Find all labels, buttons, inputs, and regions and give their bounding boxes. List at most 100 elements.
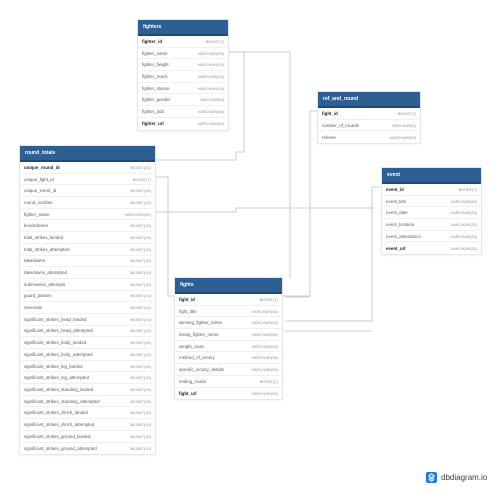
- column-row[interactable]: guard_passes BIGINT(10): [20, 291, 155, 303]
- column-row[interactable]: fight_id BIGINT(7): [175, 294, 282, 306]
- column-row[interactable]: total_strikes_attempted BIGINT(10): [20, 244, 155, 256]
- column-row[interactable]: significant_strikes_head_landed BIGINT(10…: [20, 314, 155, 326]
- column-name: fighter_reach: [142, 73, 168, 79]
- column-row[interactable]: round_number BIGINT(10): [20, 197, 155, 209]
- column-row[interactable]: significant_strikes_body_landed BIGINT(10…: [20, 337, 155, 349]
- column-row[interactable]: reversals BIGINT(10): [20, 302, 155, 314]
- column-row[interactable]: event_url VARCHAR(25): [382, 242, 481, 254]
- column-name: significant_strikes_clinch_attempted: [24, 421, 95, 427]
- column-row[interactable]: fighter_reach VARCHAR(10): [138, 71, 228, 83]
- column-row[interactable]: significant_strikes_standing_attempted BI…: [20, 396, 155, 408]
- column-type: VARCHAR(80): [197, 121, 224, 127]
- column-row[interactable]: fighter_height VARCHAR(10): [138, 59, 228, 72]
- column-name: unique_fight_id: [24, 176, 54, 182]
- column-type: VARCHAR(50): [450, 198, 477, 204]
- column-row[interactable]: fight_url VARCHAR(80): [175, 388, 282, 400]
- column-row[interactable]: fighter_gender VARCHAR(5): [138, 94, 228, 107]
- column-row[interactable]: event_location VARCHAR(25): [382, 219, 481, 231]
- column-name: significant_strikes_standing_attempted: [24, 398, 100, 404]
- column-type: VARCHAR(50): [197, 108, 224, 114]
- column-row[interactable]: fighter_dob VARCHAR(50): [138, 106, 228, 118]
- column-row[interactable]: takedowns BIGINT(10): [20, 256, 155, 268]
- column-row[interactable]: significant_strikes_clinch_attempted BIGI…: [20, 419, 155, 431]
- column-name: ending_round: [179, 378, 206, 384]
- column-row[interactable]: referee VARCHAR(40): [318, 131, 420, 143]
- column-name: event_location: [386, 221, 415, 227]
- column-name: significant_strikes_standing_landed: [24, 386, 94, 392]
- table-header[interactable]: event: [382, 168, 481, 184]
- column-row[interactable]: weight_class VARCHAR(50): [175, 341, 282, 353]
- column-row[interactable]: specific_victory_details VARCHAR(50): [175, 364, 282, 376]
- column-type: VARCHAR(25): [450, 245, 477, 251]
- table-header[interactable]: round_totals: [20, 146, 155, 162]
- column-row[interactable]: fighter_name VARCHAR(50): [20, 209, 155, 221]
- column-row[interactable]: ending_round BIGINT(2): [175, 376, 282, 388]
- column-type: BIGINT(2): [259, 378, 278, 384]
- column-type: BIGINT(10): [130, 270, 151, 276]
- column-row[interactable]: significant_strikes_head_attempted BIGINT…: [20, 326, 155, 338]
- column-row[interactable]: total_strikes_landed BIGINT(10): [20, 232, 155, 244]
- column-name: reversals: [24, 305, 42, 311]
- column-row[interactable]: significant_strikes_body_attempted BIGINT…: [20, 349, 155, 361]
- column-name: significant_strikes_head_landed: [24, 316, 87, 322]
- table-header[interactable]: fights: [175, 278, 282, 294]
- column-type: BIGINT(10): [130, 316, 151, 322]
- table-event[interactable]: event event_id BIGINT(7) event_title VARCHA…: [382, 168, 481, 255]
- column-type: BIGINT(10): [130, 246, 151, 252]
- column-row[interactable]: unique_fight_id BIGINT(7): [20, 174, 155, 186]
- column-row[interactable]: method_of_victory VARCHAR(30): [175, 352, 282, 365]
- column-row[interactable]: significant_strikes_clinch_landed BIGINT(…: [20, 407, 155, 420]
- column-row[interactable]: event_attendance VARCHAR(25): [382, 231, 481, 243]
- column-row[interactable]: takedowns_attempted BIGINT(10): [20, 267, 155, 279]
- table-header[interactable]: ref_and_round: [318, 92, 420, 108]
- column-type: VARCHAR(80): [251, 390, 278, 396]
- column-row[interactable]: significant_strikes_ground_attempted BIGI…: [20, 443, 155, 455]
- column-type: BIGINT(10): [130, 375, 151, 381]
- column-type: BIGINT(10): [130, 258, 151, 264]
- column-row[interactable]: fight_id BIGINT(7): [318, 108, 420, 120]
- column-row[interactable]: significant_strikes_leg_landed BIGINT(10): [20, 361, 155, 373]
- column-row[interactable]: significant_strikes_ground_landed BIGINT(…: [20, 431, 155, 443]
- column-row[interactable]: submission_attempts BIGINT(10): [20, 279, 155, 291]
- column-row[interactable]: winning_fighter_name VARCHAR(50): [175, 317, 282, 330]
- column-row[interactable]: event_id BIGINT(7): [382, 184, 481, 196]
- column-row[interactable]: fighter_name VARCHAR(50): [138, 48, 228, 60]
- column-row[interactable]: event_date VARCHAR(25): [382, 207, 481, 220]
- column-name: guard_passes: [24, 293, 52, 299]
- column-type: BIGINT(7): [259, 296, 278, 302]
- table-round-totals[interactable]: round_totals unique_round_id BIGINT(20) un…: [20, 146, 155, 455]
- table-header[interactable]: fighters: [138, 20, 228, 36]
- column-row[interactable]: unique_round_id BIGINT(20): [20, 162, 155, 174]
- column-row[interactable]: number_of_rounds VARCHAR(2): [318, 120, 420, 132]
- column-row[interactable]: fighter_stance VARCHAR(15): [138, 83, 228, 95]
- column-type: VARCHAR(50): [251, 308, 278, 314]
- dbdiagram-brand[interactable]: dbdiagram.io: [426, 472, 487, 483]
- column-name: fighter_id: [142, 38, 163, 44]
- column-type: BIGINT(10): [130, 398, 151, 404]
- column-row[interactable]: fighter_id BIGINT(7): [138, 36, 228, 48]
- column-type: BIGINT(10): [130, 386, 151, 392]
- column-row[interactable]: fighter_url VARCHAR(80): [138, 118, 228, 130]
- column-name: fight_url: [179, 390, 197, 396]
- column-type: BIGINT(10): [130, 305, 151, 311]
- table-fights[interactable]: fights fight_id BIGINT(7) fight_title VARCH…: [175, 278, 282, 400]
- column-row[interactable]: unique_event_id BIGINT(10): [20, 185, 155, 198]
- connector-event-to-fights: [285, 186, 380, 322]
- column-row[interactable]: event_title VARCHAR(50): [382, 196, 481, 208]
- column-name: weight_class: [179, 343, 205, 349]
- connector-fighters-to-fights: [228, 51, 291, 278]
- column-name: fighter_gender: [142, 97, 171, 103]
- column-name: round_number: [24, 199, 53, 205]
- brand-name: dbdiagram.io: [441, 473, 488, 482]
- column-row[interactable]: losing_fighter_name VARCHAR(50): [175, 329, 282, 341]
- column-type: BIGINT(10): [130, 223, 151, 229]
- table-ref-and-round[interactable]: ref_and_round fight_id BIGINT(7) number_of…: [318, 92, 420, 144]
- column-row[interactable]: significant_strikes_leg_attempted BIGINT(…: [20, 372, 155, 385]
- column-type: VARCHAR(5): [199, 97, 224, 103]
- column-row[interactable]: fight_title VARCHAR(50): [175, 306, 282, 318]
- table-fighters[interactable]: fighters fighter_id BIGINT(7) fighter_name…: [138, 20, 228, 130]
- column-name: event_url: [386, 245, 406, 251]
- column-row[interactable]: significant_strikes_standing_landed BIGIN…: [20, 384, 155, 396]
- column-row[interactable]: knockdowns BIGINT(10): [20, 220, 155, 233]
- column-name: losing_fighter_name: [179, 331, 219, 337]
